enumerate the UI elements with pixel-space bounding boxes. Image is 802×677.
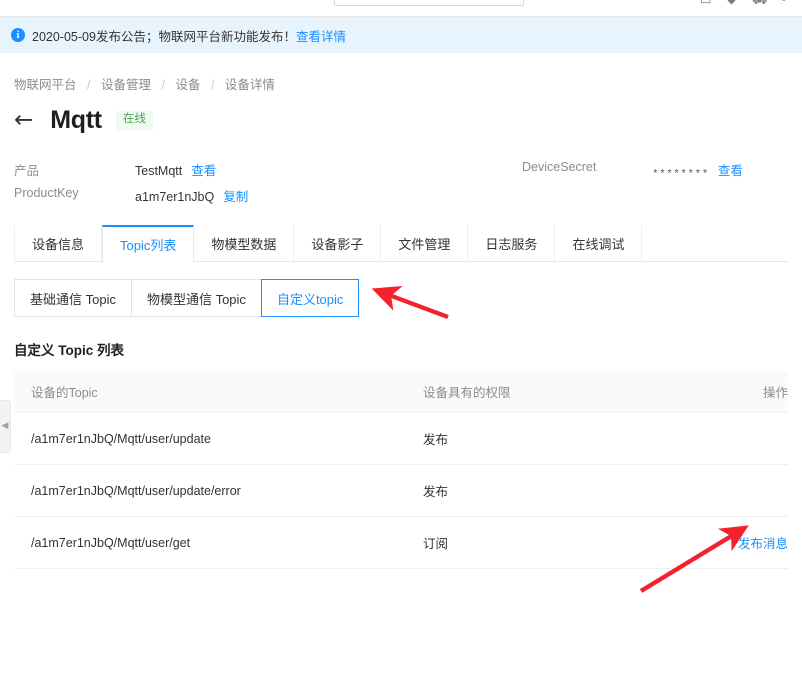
tab-topic-list[interactable]: Topic列表 [102,225,195,262]
tab-online-debug[interactable]: 在线调试 [555,225,643,261]
sidebar-collapse-handle[interactable]: ◀ [0,400,11,453]
device-header: ← Mqtt 在线 [14,108,153,133]
tab-device-shadow[interactable]: 设备影子 [294,225,382,261]
meta-row-product: 产品 TestMqtt 查看 DeviceSecret ******** 查看 [14,160,788,186]
device-meta: 产品 TestMqtt 查看 DeviceSecret ******** 查看 Pr… [14,160,788,212]
tab-label: 在线调试 [572,236,625,252]
subtab-thing-model-communication-topic[interactable]: 物模型通信 Topic [130,279,261,317]
browser-chrome-bar: 收藏 登录 下载 翻译 截图 ▭ ⛊ ⛟ ◔ [0,0,802,17]
devicesecret-mask: ******** [652,169,709,181]
window-icon[interactable]: ▭ [700,0,711,6]
status-badge: 在线 [115,111,153,130]
cell-topic: /a1m7er1nJbQ/Mqtt/user/update [31,431,211,446]
chevron-left-icon: ◀ [1,421,9,431]
breadcrumb-separator: / [87,78,91,92]
meta-row-devicesecret: DeviceSecret ******** 查看 [522,160,743,181]
section-title: 自定义 Topic 列表 [14,343,124,358]
custom-topic-table: 设备的Topic 设备具有的权限 操作 /a1m7er1nJbQ/Mqtt/us… [14,371,788,569]
subtab-label: 自定义topic [276,291,344,307]
cell-topic: /a1m7er1nJbQ/Mqtt/user/update/error [31,483,241,498]
cell-topic: /a1m7er1nJbQ/Mqtt/user/get [31,535,191,550]
topic-subtabs: 基础通信 Topic 物模型通信 Topic 自定义topic [14,279,360,317]
tab-file-management[interactable]: 文件管理 [381,225,469,261]
page-title: Mqtt [50,106,102,134]
cell-action: 发布消息 [728,533,788,552]
subtab-label: 物模型通信 Topic [146,291,246,307]
arrow-to-custom-topic-tab [371,286,449,320]
tab-label: 设备信息 [32,236,85,252]
tab-label: 物模型数据 [211,236,277,252]
cell-permission: 发布 [423,433,449,447]
product-name: TestMqtt [135,164,183,178]
subtab-custom-topic[interactable]: 自定义topic [260,279,360,317]
tab-label: 文件管理 [398,236,451,252]
cell-permission: 订阅 [423,537,449,551]
breadcrumb-item-platform[interactable]: 物联网平台 [14,78,77,92]
account-icon[interactable]: ⛊ [727,0,736,6]
column-header-action: 操作 [762,386,788,400]
table-row: /a1m7er1nJbQ/Mqtt/user/update/error 发布 [14,464,788,516]
breadcrumb-item-device-management[interactable]: 设备管理 [101,78,151,92]
cart-icon[interactable]: ⛟ [752,0,767,6]
info-icon: i [11,28,25,42]
productkey-label: ProductKey [14,186,79,200]
productkey-text: a1m7er1nJbQ [135,190,215,204]
announcement-detail-link[interactable]: 查看详情 [296,26,346,45]
product-value: TestMqtt 查看 [135,160,216,179]
column-header-topic: 设备的Topic [31,386,98,400]
subtab-basic-communication-topic[interactable]: 基础通信 Topic [14,279,131,317]
tab-label: Topic列表 [120,237,177,253]
product-label: 产品 [14,164,40,178]
cell-permission: 发布 [423,485,449,499]
table-row: /a1m7er1nJbQ/Mqtt/user/update 发布 [14,412,788,464]
table-row: /a1m7er1nJbQ/Mqtt/user/get 订阅 发布消息 [14,516,788,568]
browser-search-input[interactable] [334,0,524,6]
announcement-text: 2020-05-09发布公告；物联网平台新功能发布！ [32,29,296,44]
tab-device-info[interactable]: 设备信息 [14,225,103,261]
devicesecret-value: ******** 查看 [652,160,743,181]
shield-icon[interactable]: ◔ [779,0,786,6]
meta-row-productkey: ProductKey a1m7er1nJbQ 复制 [14,186,788,212]
page-root: 收藏 登录 下载 翻译 截图 ▭ ⛊ ⛟ ◔ i 2020-05-09发布公告；… [0,0,802,677]
subtab-label: 基础通信 Topic [30,291,116,307]
tab-thing-model-data[interactable]: 物模型数据 [194,225,295,261]
tab-label: 设备影子 [311,236,364,252]
breadcrumb-item-device-detail: 设备详情 [224,78,275,92]
devicesecret-view-link[interactable]: 查看 [718,164,743,178]
tab-label: 日志服务 [485,236,538,252]
column-header-permission: 设备具有的权限 [423,386,511,400]
productkey-value: a1m7er1nJbQ 复制 [135,186,248,205]
device-detail-tabs: 设备信息 Topic列表 物模型数据 设备影子 文件管理 日志服务 在线调试 [14,225,788,262]
breadcrumb-separator: / [210,78,215,92]
table-bottom-border [14,568,788,569]
breadcrumb: 物联网平台 / 设备管理 / 设备 / 设备详情 [14,74,275,93]
productkey-copy-link[interactable]: 复制 [223,190,248,204]
breadcrumb-separator: / [161,78,165,92]
tab-log-service[interactable]: 日志服务 [468,225,556,261]
back-arrow-icon[interactable]: ← [14,109,33,132]
table-header-row: 设备的Topic 设备具有的权限 操作 [14,371,788,412]
breadcrumb-item-device[interactable]: 设备 [175,78,200,92]
devicesecret-label: DeviceSecret [522,160,597,174]
announcement-banner: i 2020-05-09发布公告；物联网平台新功能发布！ 查看详情 [0,17,802,53]
product-view-link[interactable]: 查看 [191,164,216,178]
publish-message-link[interactable]: 发布消息 [738,537,788,551]
